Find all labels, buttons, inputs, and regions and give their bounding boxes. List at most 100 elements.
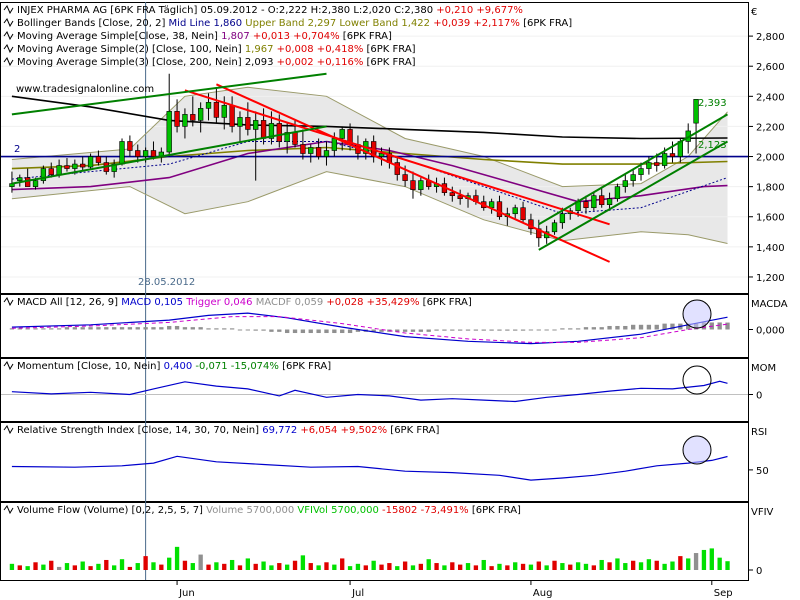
y-tick-label: 1,200 — [756, 273, 785, 284]
macd-histogram-bar — [143, 327, 148, 330]
volume-bar — [528, 564, 534, 570]
volume-bar — [599, 559, 604, 570]
volume-bar — [332, 564, 337, 570]
volume-bar — [387, 563, 392, 570]
candle-body — [245, 117, 251, 130]
macd-histogram-bar — [135, 327, 140, 330]
price-left-label: 2 — [14, 144, 20, 155]
macd-histogram-bar — [481, 329, 486, 331]
candle-body — [583, 201, 589, 209]
macd-histogram-bar — [49, 328, 54, 330]
legend-segment: 1,807 — [221, 31, 253, 42]
macd-histogram-bar — [198, 327, 203, 330]
volume-bar — [64, 563, 70, 570]
x-tick-label: Sep — [714, 588, 733, 599]
volume-bar — [324, 562, 329, 570]
candle-body — [551, 222, 558, 233]
candle-body — [496, 201, 503, 218]
volume-bar — [457, 564, 463, 570]
volume-bar — [167, 557, 172, 570]
legend-segment: -0,071 -15,074% — [195, 361, 279, 372]
macd-histogram-bar — [575, 328, 581, 330]
macd-histogram-bar — [725, 322, 730, 330]
macd-histogram-bar — [56, 328, 62, 330]
currency-label: € — [751, 7, 757, 18]
candle-body — [323, 150, 330, 157]
candle-body — [127, 141, 133, 151]
macd-histogram-bar — [237, 329, 243, 331]
macd-histogram-bar — [214, 328, 219, 330]
volume-bar — [481, 559, 486, 570]
volume-bar — [151, 562, 156, 570]
volume-bar — [41, 564, 46, 570]
candle-body — [142, 150, 149, 157]
volume-bar — [72, 565, 78, 570]
legend-segment: +0,039 +2,117% — [433, 18, 520, 29]
macd-histogram-bar — [88, 327, 93, 330]
candle-body — [614, 186, 621, 199]
panel-label-2: MOM — [751, 363, 776, 374]
legend-segment: Volume 5700,000 — [206, 505, 297, 516]
macd-histogram-bar — [497, 329, 502, 331]
legend-segment: -15802 -73,491% — [382, 505, 469, 516]
candle-body — [205, 102, 212, 109]
volume-bar — [284, 564, 290, 570]
candle-body — [276, 123, 282, 142]
volume-bar — [693, 553, 699, 570]
volume-bar — [410, 565, 416, 570]
y-tick-label: 2,000 — [756, 153, 785, 164]
volume-bar — [206, 564, 211, 570]
volume-bar — [623, 563, 628, 570]
legend-segment: 0,400 — [164, 361, 196, 372]
candle-body — [606, 198, 613, 206]
volume-bar — [505, 565, 510, 570]
legend-segment: Volume Flow (Volume) [0,2, 2,5, 5, 7] — [17, 505, 206, 516]
legend-segment: Relative Strength Index [Close, 14, 30, … — [17, 425, 262, 436]
macd-histogram-bar — [638, 324, 644, 330]
legend-segment: 69,772 — [262, 425, 300, 436]
macd-histogram-bar — [560, 328, 565, 330]
macd-histogram-bar — [418, 329, 424, 332]
macd-histogram-bar — [457, 329, 463, 331]
candle-body — [331, 138, 337, 151]
volume-bar — [615, 558, 620, 570]
macd-histogram-bar — [182, 327, 188, 330]
legend-segment: +0,028 +35,429% — [326, 297, 419, 308]
candle-body — [339, 129, 345, 139]
candle-body — [24, 177, 31, 187]
candle-body — [292, 132, 298, 145]
macd-histogram-bar — [340, 329, 345, 334]
volume-bar — [686, 558, 691, 570]
volume-bar — [190, 563, 195, 570]
volume-bar — [363, 565, 368, 570]
macd-histogram-bar — [520, 329, 526, 331]
volume-bar — [88, 566, 93, 570]
volume-bar — [583, 563, 589, 570]
macd-histogram-bar — [623, 325, 628, 330]
candle-body — [315, 147, 322, 157]
candle-body — [174, 111, 180, 127]
legend-segment: MACD All [12, 26, 9] — [17, 297, 121, 308]
volume-bar — [678, 556, 683, 570]
volume-bar — [395, 566, 400, 570]
volume-bar — [237, 565, 243, 570]
volume-bar — [544, 565, 549, 570]
legend-segment: INJEX PHARMA AG [6PK FRA Täglich] 05.09.… — [17, 5, 436, 16]
macd-histogram-bar — [206, 328, 211, 330]
candle-body — [512, 207, 518, 215]
candle-body — [87, 156, 94, 168]
macd-histogram-bar — [434, 329, 439, 331]
y-tick-label: 1,800 — [756, 183, 785, 194]
volume-bar — [575, 562, 581, 570]
volume-bar — [104, 559, 109, 570]
cursor-date-label: 28.05.2012 — [138, 277, 195, 288]
legend-segment: +6,054 +9,502% — [300, 425, 387, 436]
volume-bar — [308, 563, 313, 570]
candle-body — [95, 156, 102, 163]
y-tick-label: 2,800 — [756, 32, 785, 43]
volume-bar — [25, 566, 30, 570]
candle-body — [221, 105, 227, 118]
y-tick-label: 0 — [756, 391, 762, 402]
macd-histogram-bar — [473, 329, 479, 331]
macd-histogram-bar — [111, 327, 117, 330]
